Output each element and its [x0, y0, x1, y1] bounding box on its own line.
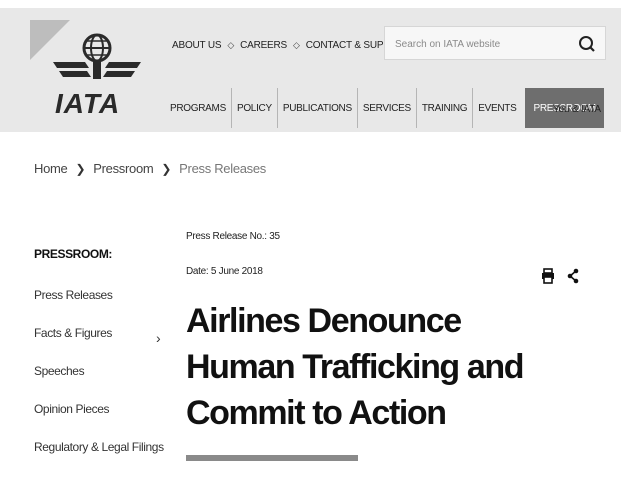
- sidebar-nav: Press Releases Facts & Figures › Speeche…: [34, 288, 174, 478]
- search-box: [384, 26, 606, 60]
- nav-publications[interactable]: PUBLICATIONS: [278, 88, 358, 128]
- print-icon[interactable]: [541, 268, 555, 284]
- sidebar-item-label: Facts & Figures: [34, 326, 113, 340]
- sidebar-item-label: Press Releases: [34, 288, 113, 302]
- chevron-right-icon: ❯: [161, 161, 172, 176]
- breadcrumb-pressroom[interactable]: Pressroom: [93, 161, 153, 176]
- diamond-separator-icon: ◇: [293, 40, 300, 50]
- share-icon[interactable]: [567, 268, 579, 284]
- headline-line: Airlines Denounce: [186, 302, 462, 340]
- press-release-date: Date: 5 June 2018: [186, 266, 263, 277]
- about-us-link[interactable]: ABOUT US: [172, 40, 222, 51]
- you-and-iata-link[interactable]: You & IATA: [553, 104, 601, 115]
- article-tools: [541, 268, 579, 284]
- sidebar-item-opinion-pieces[interactable]: Opinion Pieces: [34, 402, 174, 440]
- nav-events[interactable]: EVENTS: [473, 88, 521, 128]
- sidebar-item-press-releases[interactable]: Press Releases: [34, 288, 174, 326]
- article-headline: Airlines Denounce Human Trafficking and …: [186, 298, 546, 436]
- sidebar-item-regulatory-legal[interactable]: Regulatory & Legal Filings: [34, 440, 174, 478]
- headline-line: Human Trafficking and: [186, 348, 525, 386]
- headline-line: Commit to Action: [186, 394, 447, 432]
- breadcrumb: Home ❯ Pressroom ❯ Press Releases: [34, 161, 266, 176]
- chevron-right-icon[interactable]: ›: [156, 330, 161, 346]
- chevron-right-icon: ❯: [75, 161, 86, 176]
- nav-services[interactable]: SERVICES: [358, 88, 417, 128]
- press-release-number: Press Release No.: 35: [186, 231, 280, 242]
- sidebar-item-label: Opinion Pieces: [34, 402, 110, 416]
- sidebar-item-facts-figures[interactable]: Facts & Figures ›: [34, 326, 174, 364]
- logo-text: IATA: [55, 88, 121, 119]
- breadcrumb-current: Press Releases: [179, 161, 267, 176]
- site-header: IATA ABOUT US ◇ CAREERS ◇ CONTACT & SUPP…: [0, 8, 621, 132]
- search-icon[interactable]: [577, 34, 597, 54]
- nav-training[interactable]: TRAINING: [417, 88, 474, 128]
- globe-wings-icon: [53, 33, 141, 79]
- nav-programs[interactable]: PROGRAMS: [165, 88, 232, 128]
- sidebar-item-speeches[interactable]: Speeches: [34, 364, 174, 402]
- utility-nav: ABOUT US ◇ CAREERS ◇ CONTACT & SUPPORT: [172, 40, 410, 51]
- sidebar-title: PRESSROOM:: [34, 247, 113, 261]
- main-nav: PROGRAMS POLICY PUBLICATIONS SERVICES TR…: [165, 88, 604, 128]
- sidebar-item-label: Speeches: [34, 364, 85, 378]
- sidebar-item-label: Regulatory & Legal Filings: [34, 440, 164, 454]
- iata-logo[interactable]: IATA: [45, 26, 155, 126]
- careers-link[interactable]: CAREERS: [240, 40, 287, 51]
- search-input[interactable]: [393, 35, 567, 53]
- nav-policy[interactable]: POLICY: [232, 88, 278, 128]
- hero-image: [186, 455, 358, 461]
- breadcrumb-home[interactable]: Home: [34, 161, 68, 176]
- diamond-separator-icon: ◇: [227, 40, 235, 50]
